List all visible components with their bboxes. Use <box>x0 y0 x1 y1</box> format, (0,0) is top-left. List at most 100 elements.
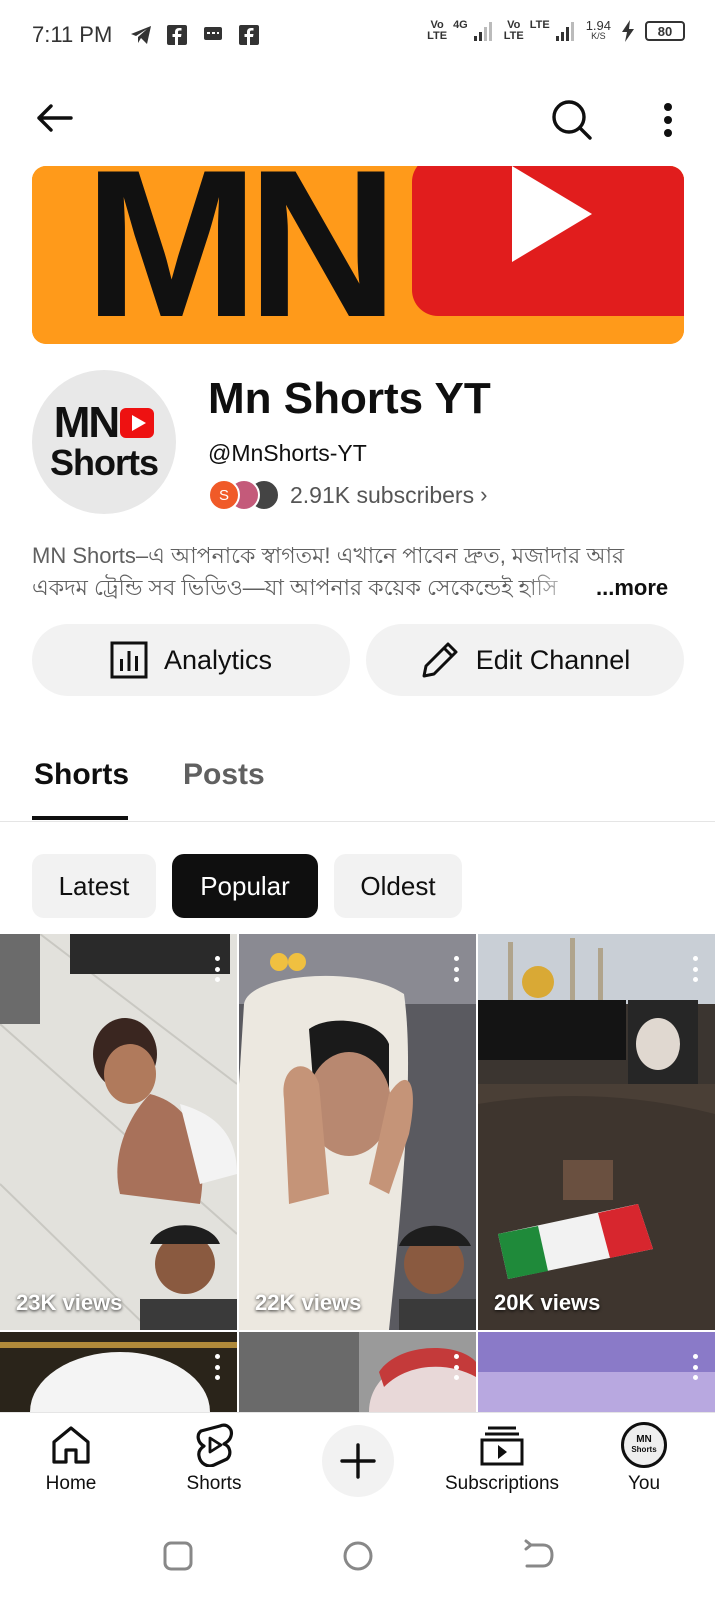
nav-shorts-label: Shorts <box>186 1473 242 1494</box>
subscriptions-icon <box>478 1421 526 1469</box>
volte-label: Vo LTE <box>503 19 524 42</box>
nav-you-label: You <box>627 1473 661 1494</box>
top-app-bar <box>0 86 715 150</box>
chip-oldest[interactable]: Oldest <box>334 854 462 918</box>
channel-name: Mn Shorts YT <box>208 374 491 423</box>
network-type-label: 4G <box>453 19 468 31</box>
subscriber-avatar: S <box>208 479 240 511</box>
short-thumbnail[interactable] <box>239 1332 476 1412</box>
description-line: MN Shorts–এ আপনাকে স্বাগতম! এখানে পাবেন … <box>32 543 625 568</box>
more-vertical-icon[interactable] <box>213 1354 221 1380</box>
thumbnail-image <box>478 934 715 1330</box>
pencil-icon <box>422 642 458 678</box>
back-arrow-icon <box>524 1539 554 1568</box>
channel-handle: @MnShorts-YT <box>208 440 367 466</box>
nav-home[interactable]: Home <box>1 1421 141 1495</box>
chip-latest[interactable]: Latest <box>32 854 156 918</box>
subscribers-link[interactable]: S 2.91K subscribers › <box>208 478 487 512</box>
more-vertical-icon <box>664 103 672 137</box>
shorts-icon <box>190 1421 238 1469</box>
you-avatar-line2: Shorts <box>631 1445 657 1454</box>
short-views: 23K views <box>16 1290 123 1315</box>
thumbnail-image <box>478 1332 715 1412</box>
more-vertical-icon[interactable] <box>452 1354 460 1380</box>
thumbnail-image <box>239 1332 476 1412</box>
thumbnail-image <box>0 1332 237 1412</box>
telegram-icon <box>130 24 152 46</box>
avatar: MN Shorts <box>621 1422 667 1468</box>
facebook-icon <box>238 24 260 46</box>
back-system-button[interactable] <box>518 1536 558 1576</box>
banner-artwork: MN <box>32 166 684 344</box>
channel-tabs: Shorts Posts <box>0 748 715 822</box>
more-vertical-icon[interactable] <box>452 956 460 982</box>
you-avatar-line1: MN <box>636 1434 652 1445</box>
short-thumbnail[interactable] <box>478 1332 715 1412</box>
more-vertical-icon[interactable] <box>691 956 699 982</box>
tab-shorts[interactable]: Shorts <box>34 758 129 792</box>
thumbnail-image <box>239 934 476 1330</box>
search-button[interactable] <box>548 96 596 144</box>
system-status-icons: Vo LTE 4G Vo LTE LTE 1.94 K/S 80 <box>427 18 685 42</box>
bottom-navigation: Home Shorts Subscriptions MN Shorts You <box>0 1412 715 1516</box>
recent-apps-button[interactable] <box>158 1536 198 1576</box>
chip-popular[interactable]: Popular <box>172 854 318 918</box>
shorts-grid: 23K views 22K views 20K views <box>0 934 715 1412</box>
more-vertical-icon[interactable] <box>213 956 221 982</box>
status-bar: 7:11 PM Vo LTE 4G Vo LTE LTE 1.94 K/S 80 <box>0 0 715 72</box>
analytics-button[interactable]: Analytics <box>32 624 350 696</box>
chevron-right-icon: › <box>480 482 488 507</box>
short-views: 20K views <box>494 1290 601 1315</box>
avatar-logo-text: MN <box>53 398 120 447</box>
active-tab-indicator <box>32 816 128 820</box>
thumbnail-image <box>0 934 237 1330</box>
short-views: 22K views <box>255 1290 362 1315</box>
nav-subscriptions-label: Subscriptions <box>444 1473 560 1494</box>
banner-text: MN <box>84 166 387 344</box>
charging-icon <box>617 20 639 42</box>
edit-channel-button[interactable]: Edit Channel <box>366 624 684 696</box>
more-options-button[interactable] <box>650 96 686 144</box>
volte-label: Vo LTE <box>427 19 448 42</box>
plus-icon <box>340 1443 376 1479</box>
create-button[interactable] <box>322 1425 394 1497</box>
home-system-button[interactable] <box>338 1536 378 1576</box>
nav-shorts[interactable]: Shorts <box>144 1421 284 1495</box>
message-icon <box>202 24 224 46</box>
avatar-logo-subtext: Shorts <box>49 442 159 483</box>
edit-channel-label: Edit Channel <box>475 644 631 675</box>
nav-you[interactable]: MN Shorts You <box>574 1421 714 1495</box>
channel-avatar[interactable]: MN Shorts <box>32 370 176 514</box>
short-thumbnail[interactable]: 23K views <box>0 934 237 1330</box>
notification-icons <box>130 24 260 46</box>
tab-posts[interactable]: Posts <box>183 758 265 792</box>
more-vertical-icon[interactable] <box>691 1354 699 1380</box>
arrow-left-icon <box>37 104 73 132</box>
analytics-label: Analytics <box>163 644 273 675</box>
short-thumbnail[interactable]: 20K views <box>478 934 715 1330</box>
status-time: 7:11 PM <box>32 22 113 47</box>
network-speed: 1.94 K/S <box>585 18 611 41</box>
square-icon <box>163 1541 193 1571</box>
network-type-label: LTE <box>529 19 550 31</box>
system-navigation-bar <box>0 1516 715 1600</box>
circle-icon <box>343 1541 373 1571</box>
description-more-link[interactable]: ...more <box>596 572 668 604</box>
subscriber-avatars: S <box>208 479 282 511</box>
subscriber-count: 2.91K subscribers <box>290 481 475 508</box>
home-icon <box>47 1421 95 1469</box>
channel-description[interactable]: MN Shorts–এ আপনাকে স্বাগতম! এখানে পাবেন … <box>32 540 684 604</box>
nav-home-label: Home <box>45 1473 97 1494</box>
signal-icon <box>555 21 574 41</box>
search-icon <box>552 100 592 140</box>
play-icon <box>120 408 155 438</box>
back-button[interactable] <box>32 96 76 140</box>
description-line: একদম ট্রেন্ডি সব ভিডিও—যা আপনার কয়েক সে… <box>32 575 558 600</box>
nav-subscriptions[interactable]: Subscriptions <box>432 1421 572 1495</box>
channel-banner: MN <box>32 166 684 344</box>
short-thumbnail[interactable] <box>0 1332 237 1412</box>
facebook-icon <box>166 24 188 46</box>
short-thumbnail[interactable]: 22K views <box>239 934 476 1330</box>
signal-icon <box>473 21 492 41</box>
battery-indicator: 80 <box>645 21 685 41</box>
